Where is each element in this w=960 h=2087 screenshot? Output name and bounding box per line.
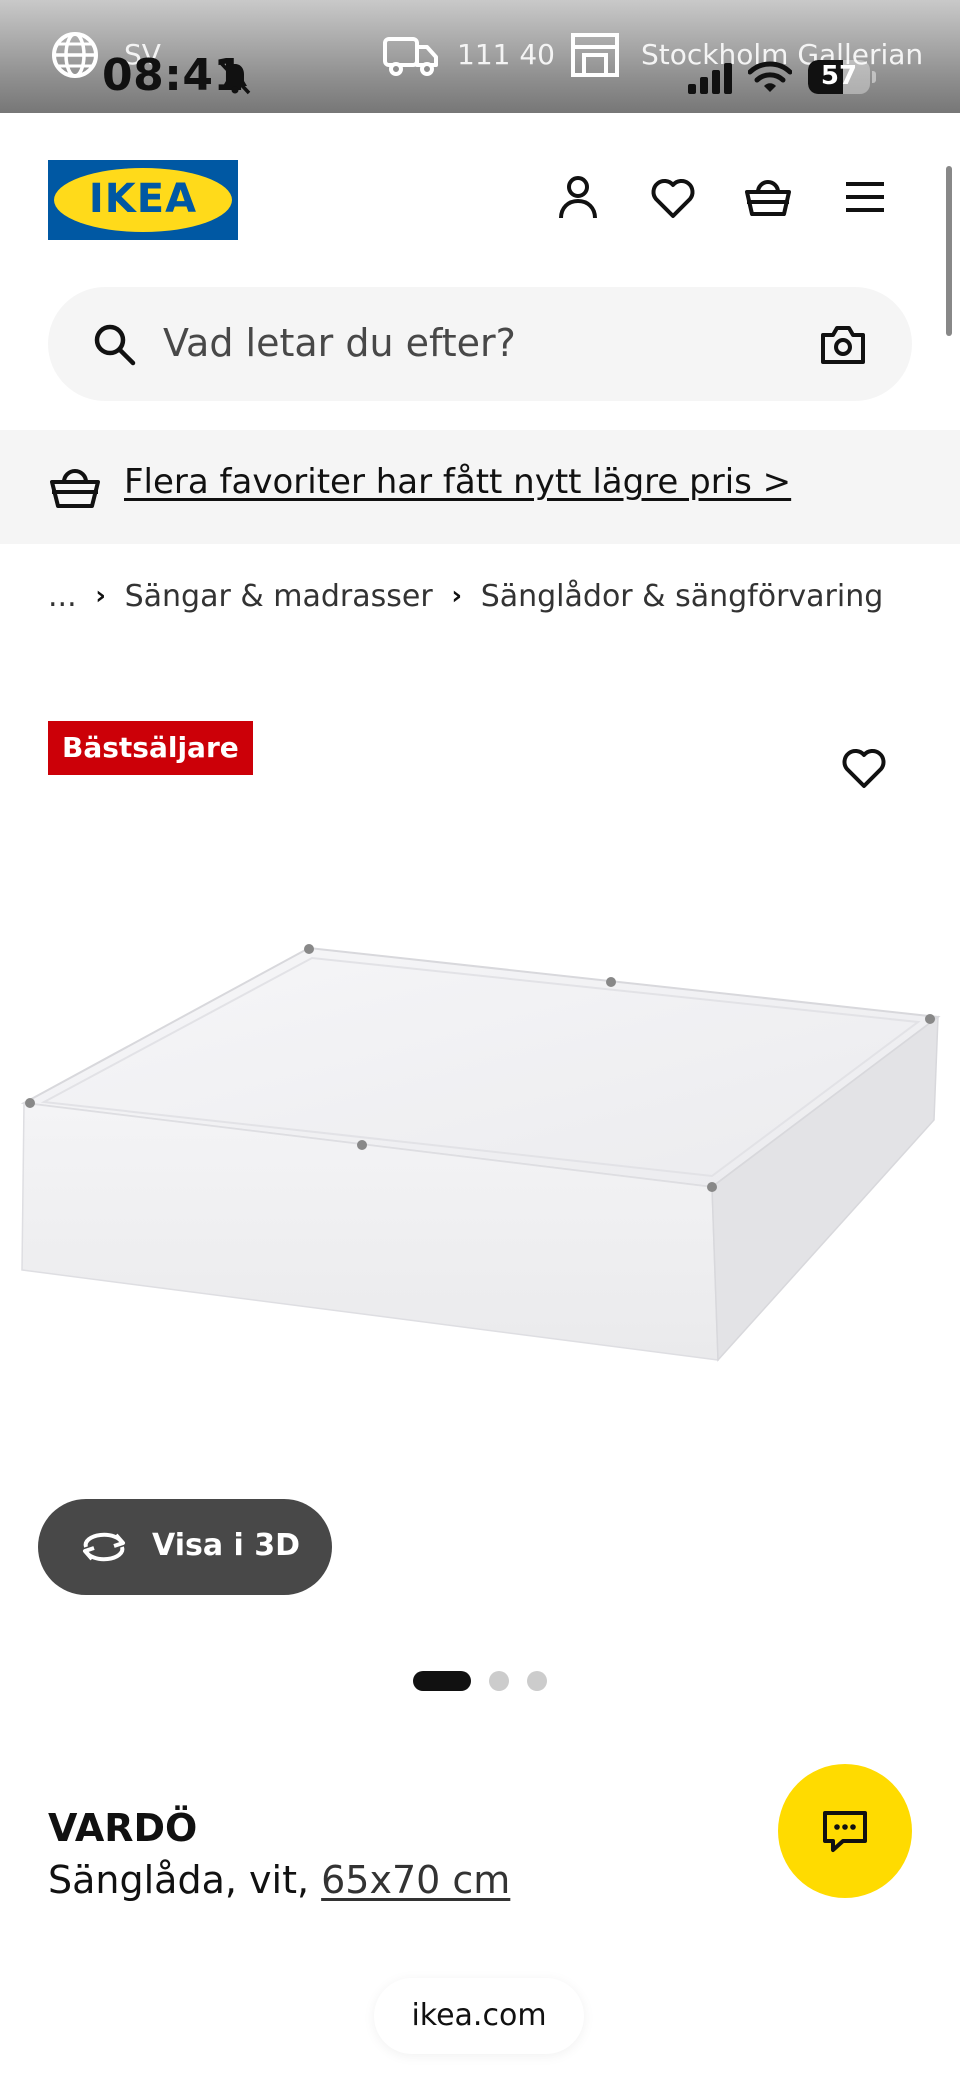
- chevron-right-icon: ›: [451, 581, 463, 611]
- user-icon[interactable]: [553, 172, 603, 222]
- basket-icon[interactable]: [743, 172, 793, 222]
- rotate-3d-icon: [83, 1532, 125, 1562]
- view-3d-button[interactable]: Visa i 3D: [38, 1499, 332, 1595]
- search-icon[interactable]: [92, 322, 136, 366]
- bestseller-badge: Bästsäljare: [48, 721, 253, 775]
- search-input[interactable]: Vad letar du efter?: [163, 321, 516, 365]
- scrollbar[interactable]: [946, 166, 952, 336]
- chat-icon: [823, 1811, 867, 1852]
- product-name: VARDÖ: [48, 1806, 198, 1850]
- status-bar: SV 08:41 111 40 Stockholm Gallerian 57: [0, 0, 960, 113]
- basket-icon: [50, 469, 100, 508]
- cellular-signal-icon: [688, 63, 732, 94]
- breadcrumb-item[interactable]: Sängar & madrasser: [125, 579, 433, 614]
- carousel-dot[interactable]: [413, 1671, 471, 1691]
- breadcrumb-item[interactable]: Sänglådor & sängförvaring: [481, 579, 884, 614]
- battery-indicator: 57: [808, 60, 876, 94]
- delivery-truck-icon[interactable]: [383, 33, 439, 77]
- chevron-right-icon: ›: [95, 581, 106, 611]
- browser-url-bar[interactable]: ikea.com: [374, 1978, 584, 2054]
- product-description: Sänglåda, vit, 65x70 cm: [48, 1858, 510, 1902]
- ikea-logo[interactable]: IKEA: [48, 160, 238, 240]
- camera-search-icon[interactable]: [820, 323, 866, 365]
- store-icon[interactable]: [570, 32, 620, 78]
- carousel-dot[interactable]: [489, 1671, 509, 1691]
- menu-icon[interactable]: [840, 172, 890, 222]
- bell-muted-icon: [219, 61, 251, 95]
- breadcrumb-item[interactable]: ...: [48, 579, 77, 614]
- promo-banner[interactable]: Flera favoriter har fått nytt lägre pris…: [0, 430, 960, 544]
- breadcrumb: ... › Sängar & madrasser › Sänglådor & s…: [48, 576, 883, 616]
- heart-icon[interactable]: [648, 172, 698, 222]
- product-size-link[interactable]: 65x70 cm: [321, 1858, 510, 1902]
- globe-icon[interactable]: [50, 30, 100, 80]
- promo-link[interactable]: Flera favoriter har fått nytt lägre pris…: [124, 462, 791, 502]
- view-3d-label: Visa i 3D: [152, 1528, 301, 1563]
- wifi-icon: [748, 61, 792, 92]
- logo-text: IKEA: [88, 176, 198, 222]
- search-bar[interactable]: Vad letar du efter?: [48, 287, 912, 401]
- product-description-text: Sänglåda, vit,: [48, 1858, 322, 1902]
- favorite-heart-icon[interactable]: [840, 744, 888, 790]
- product-image[interactable]: [0, 830, 960, 1430]
- postal-code[interactable]: 111 40: [457, 38, 555, 71]
- carousel-dot[interactable]: [527, 1671, 547, 1691]
- chat-button[interactable]: [778, 1764, 912, 1898]
- battery-percent: 57: [820, 61, 858, 91]
